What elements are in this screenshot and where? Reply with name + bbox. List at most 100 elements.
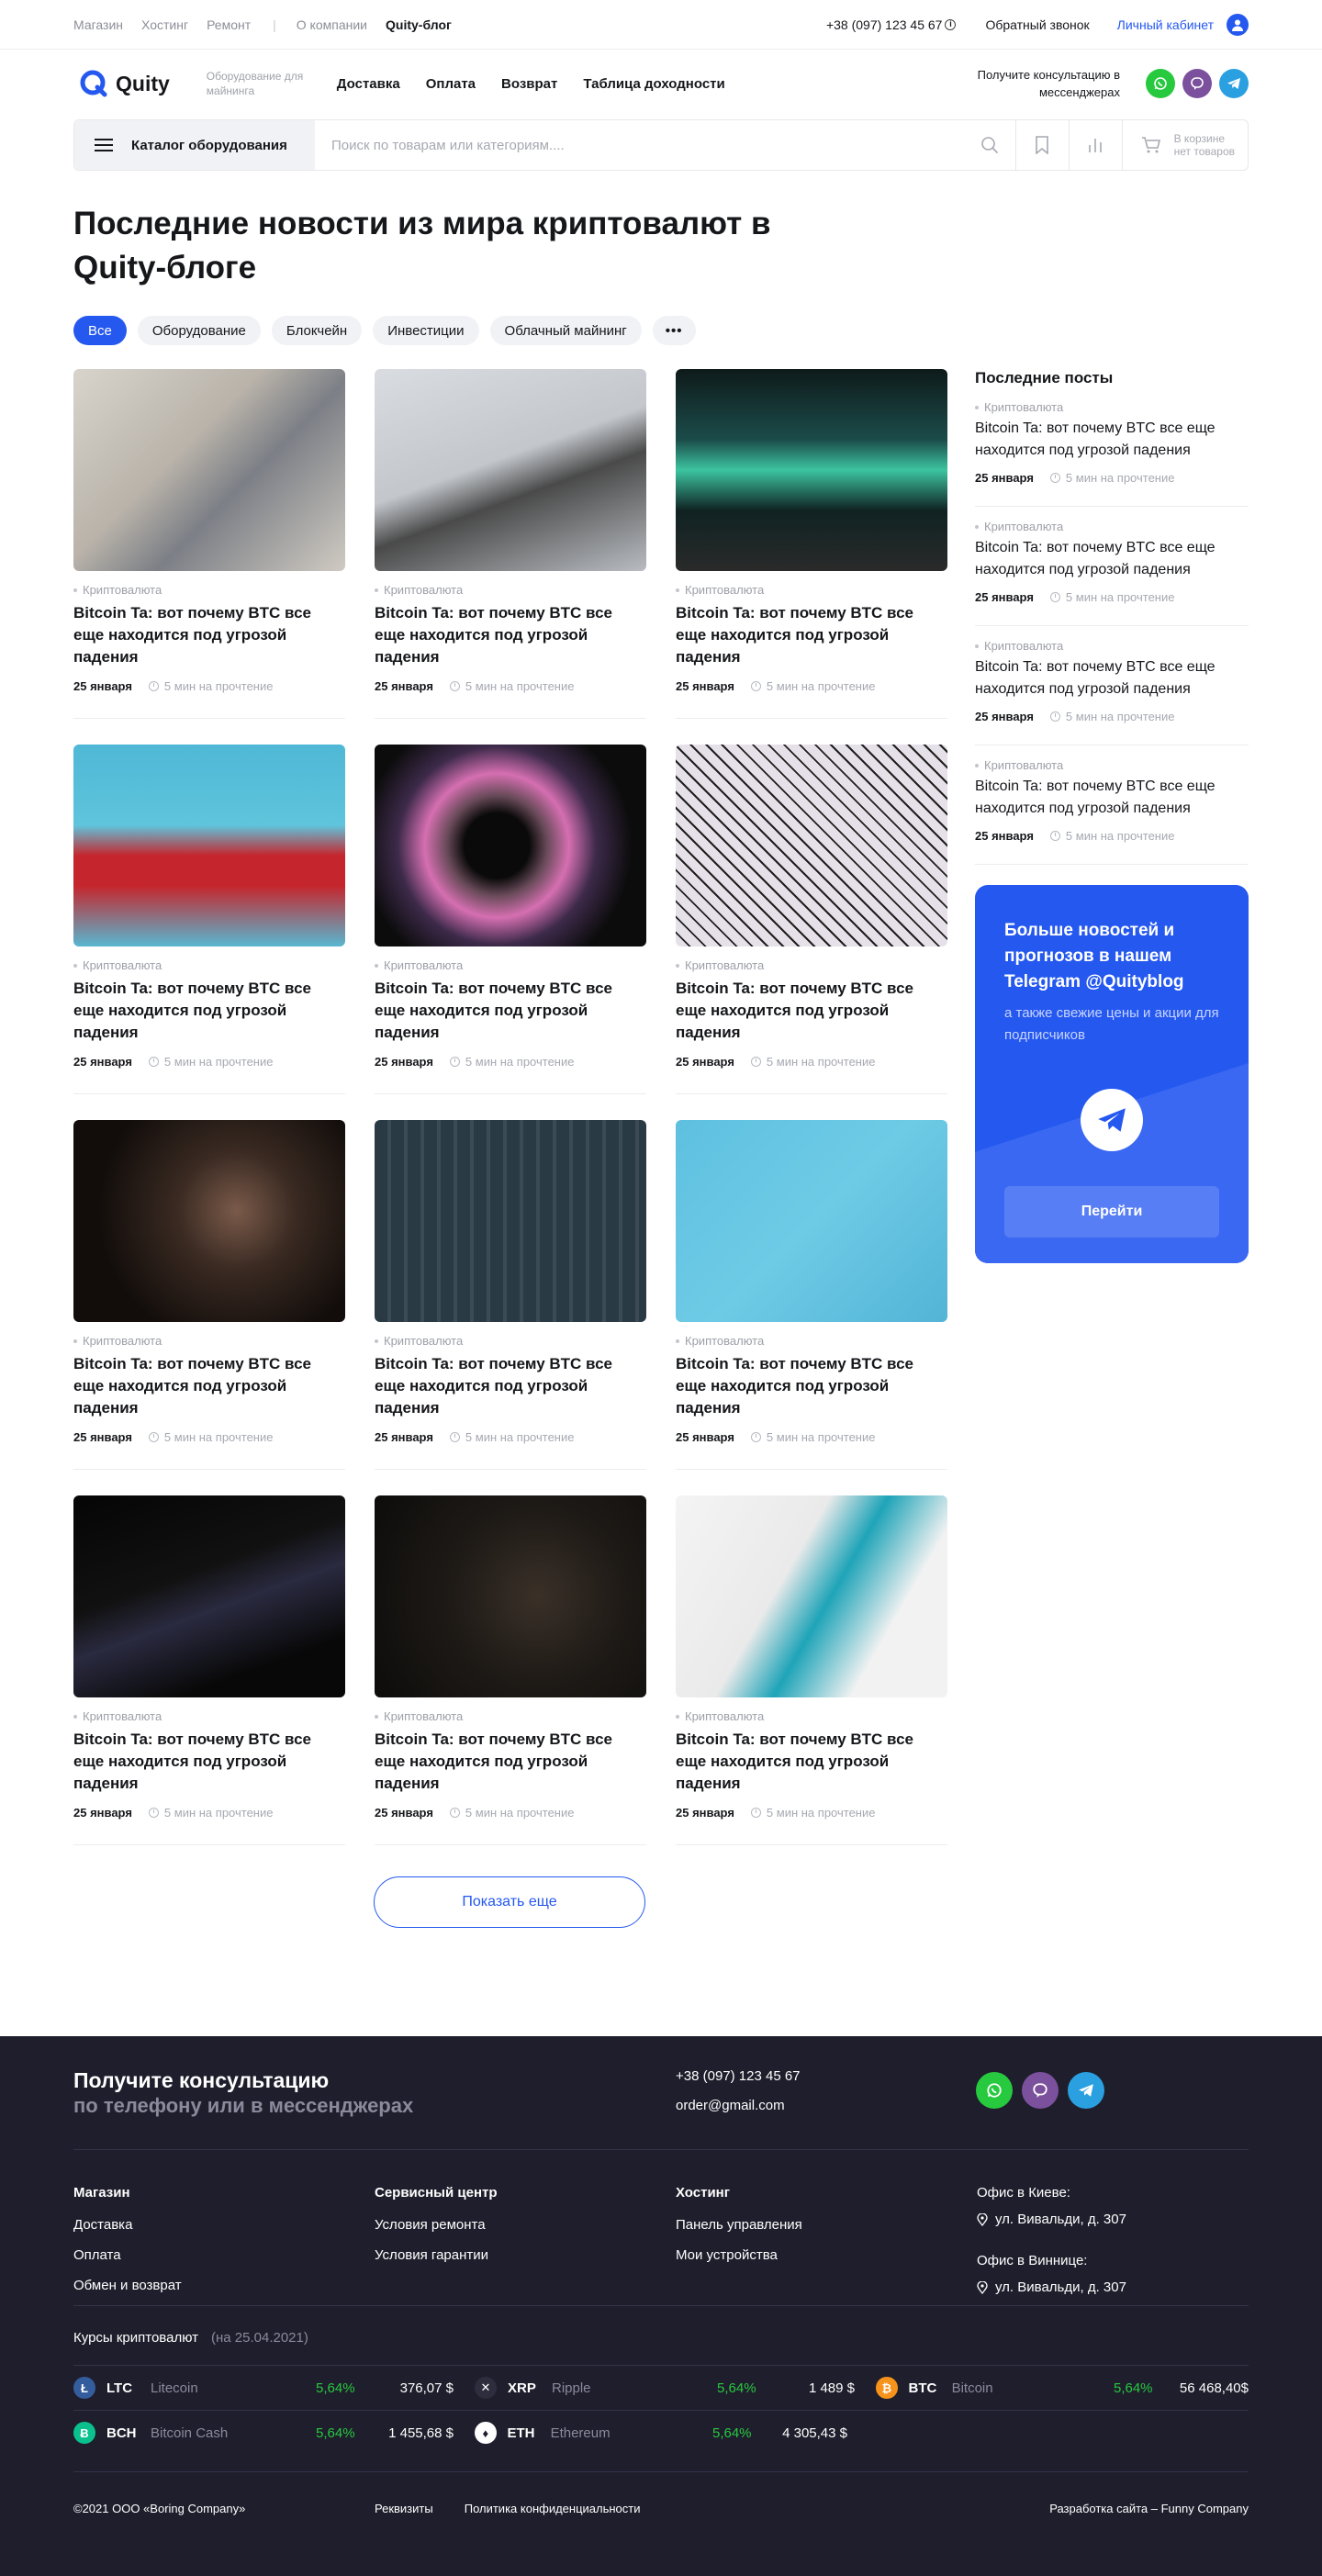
post-title[interactable]: Bitcoin Ta: вот почему BTC все еще наход… — [975, 776, 1249, 820]
electronics-repair-photo[interactable] — [375, 1495, 646, 1697]
nav-delivery[interactable]: Доставка — [337, 76, 400, 92]
footer-link-exchange[interactable]: Обмен и возврат — [73, 2278, 375, 2293]
privacy-link[interactable]: Политика конфиденциальности — [465, 2502, 641, 2515]
top-link-repair[interactable]: Ремонт — [207, 17, 251, 32]
article-title[interactable]: Bitcoin Ta: вот почему BTC все еще наход… — [375, 1729, 646, 1795]
filter-cloud-mining[interactable]: Облачный майнинг — [489, 316, 642, 345]
article-card[interactable]: Криптовалюта Bitcoin Ta: вот почему BTC … — [676, 1495, 947, 1845]
robotic-arm-photo[interactable] — [375, 369, 646, 571]
viber-icon[interactable] — [1182, 69, 1212, 98]
filter-equipment[interactable]: Оборудование — [137, 316, 261, 345]
search-icon[interactable] — [980, 136, 999, 154]
code-screen-photo[interactable] — [676, 369, 947, 571]
article-category[interactable]: Криптовалюта — [676, 1709, 947, 1723]
telegram-icon[interactable] — [1219, 69, 1249, 98]
top-link-about[interactable]: О компании — [297, 17, 367, 32]
article-category[interactable]: Криптовалюта — [375, 583, 646, 597]
whatsapp-icon[interactable] — [1146, 69, 1175, 98]
article-category[interactable]: Криптовалюта — [375, 1334, 646, 1348]
search-input[interactable]: Поиск по товарам или категориям.... — [315, 120, 1016, 170]
office-desk-photo[interactable] — [73, 369, 345, 571]
article-card[interactable]: Криптовалюта Bitcoin Ta: вот почему BTC … — [73, 1120, 345, 1470]
footer-link-payment[interactable]: Оплата — [73, 2247, 375, 2263]
article-card[interactable]: Криптовалюта Bitcoin Ta: вот почему BTC … — [676, 1120, 947, 1470]
compare-button[interactable] — [1070, 120, 1123, 170]
phone-hands-photo[interactable] — [73, 1120, 345, 1322]
footer-email[interactable]: order@gmail.com — [676, 2091, 976, 2121]
article-title[interactable]: Bitcoin Ta: вот почему BTC все еще наход… — [73, 1353, 345, 1419]
article-card[interactable]: Криптовалюта Bitcoin Ta: вот почему BTC … — [676, 369, 947, 719]
filter-investments[interactable]: Инвестиции — [373, 316, 479, 345]
filter-blockchain[interactable]: Блокчейн — [271, 316, 363, 345]
logo[interactable]: Quity — [79, 69, 170, 98]
sidebar-post[interactable]: Криптовалюта Bitcoin Ta: вот почему BTC … — [975, 520, 1249, 626]
article-title[interactable]: Bitcoin Ta: вот почему BTC все еще наход… — [676, 602, 947, 668]
nav-return[interactable]: Возврат — [501, 76, 557, 92]
smartphone-apps-photo[interactable] — [73, 1495, 345, 1697]
article-title[interactable]: Bitcoin Ta: вот почему BTC все еще наход… — [375, 1353, 646, 1419]
top-link-hosting[interactable]: Хостинг — [141, 17, 188, 32]
sidebar-post[interactable]: Криптовалюта Bitcoin Ta: вот почему BTC … — [975, 400, 1249, 507]
article-category[interactable]: Криптовалюта — [73, 1709, 345, 1723]
article-title[interactable]: Bitcoin Ta: вот почему BTC все еще наход… — [375, 978, 646, 1044]
article-card[interactable]: Криптовалюта Bitcoin Ta: вот почему BTC … — [73, 369, 345, 719]
article-card[interactable]: Криптовалюта Bitcoin Ta: вот почему BTC … — [375, 745, 646, 1094]
iphone-photo[interactable] — [676, 1495, 947, 1697]
article-category[interactable]: Криптовалюта — [375, 1709, 646, 1723]
promo-go-button[interactable]: Перейти — [1004, 1186, 1219, 1238]
post-title[interactable]: Bitcoin Ta: вот почему BTC все еще наход… — [975, 537, 1249, 581]
article-card[interactable]: Криптовалюта Bitcoin Ta: вот почему BTC … — [73, 1495, 345, 1845]
footer-link-panel[interactable]: Панель управления — [676, 2217, 977, 2233]
camera-lens-photo[interactable] — [375, 745, 646, 946]
requisites-link[interactable]: Реквизиты — [375, 2502, 433, 2515]
post-category[interactable]: Криптовалюта — [975, 400, 1249, 414]
article-category[interactable]: Криптовалюта — [73, 583, 345, 597]
article-title[interactable]: Bitcoin Ta: вот почему BTC все еще наход… — [375, 602, 646, 668]
post-title[interactable]: Bitcoin Ta: вот почему BTC все еще наход… — [975, 656, 1249, 700]
developer-link[interactable]: Разработка сайта – Funny Company — [1049, 2502, 1249, 2515]
nav-profit-table[interactable]: Таблица доходности — [583, 76, 724, 92]
favorites-button[interactable] — [1016, 120, 1070, 170]
filter-all[interactable]: Все — [73, 316, 127, 345]
article-title[interactable]: Bitcoin Ta: вот почему BTC все еще наход… — [73, 1729, 345, 1795]
post-category[interactable]: Криптовалюта — [975, 639, 1249, 653]
footer-link-devices[interactable]: Мои устройства — [676, 2247, 977, 2263]
article-category[interactable]: Криптовалюта — [676, 583, 947, 597]
happy-man-photo[interactable] — [73, 745, 345, 946]
article-title[interactable]: Bitcoin Ta: вот почему BTC все еще наход… — [73, 602, 345, 668]
footer-link-repair-terms[interactable]: Условия ремонта — [375, 2217, 676, 2233]
article-card[interactable]: Криптовалюта Bitcoin Ta: вот почему BTC … — [375, 369, 646, 719]
article-title[interactable]: Bitcoin Ta: вот почему BTC все еще наход… — [676, 1353, 947, 1419]
article-category[interactable]: Криптовалюта — [73, 958, 345, 972]
post-title[interactable]: Bitcoin Ta: вот почему BTC все еще наход… — [975, 418, 1249, 462]
info-icon[interactable]: i — [945, 19, 957, 30]
article-title[interactable]: Bitcoin Ta: вот почему BTC все еще наход… — [73, 978, 345, 1044]
article-category[interactable]: Криптовалюта — [676, 958, 947, 972]
cabinet-link[interactable]: Личный кабинет — [1117, 17, 1214, 32]
post-category[interactable]: Криптовалюта — [975, 520, 1249, 533]
footer-phone[interactable]: +38 (097) 123 45 67 — [676, 2062, 976, 2091]
steel-tower-photo[interactable] — [676, 745, 947, 946]
article-title[interactable]: Bitcoin Ta: вот почему BTC все еще наход… — [676, 978, 947, 1044]
more-filters-button[interactable]: ••• — [652, 316, 696, 345]
article-category[interactable]: Криптовалюта — [73, 1334, 345, 1348]
article-title[interactable]: Bitcoin Ta: вот почему BTC все еще наход… — [676, 1729, 947, 1795]
nav-payment[interactable]: Оплата — [426, 76, 476, 92]
sidebar-post[interactable]: Криптовалюта Bitcoin Ta: вот почему BTC … — [975, 758, 1249, 865]
arduino-board-photo[interactable] — [676, 1120, 947, 1322]
sidebar-post[interactable]: Криптовалюта Bitcoin Ta: вот почему BTC … — [975, 639, 1249, 745]
circuit-board-photo[interactable] — [375, 1120, 646, 1322]
viber-icon[interactable] — [1022, 2072, 1059, 2109]
phone-number[interactable]: +38 (097) 123 45 67 i — [826, 17, 957, 32]
article-card[interactable]: Криптовалюта Bitcoin Ta: вот почему BTC … — [676, 745, 947, 1094]
article-card[interactable]: Криптовалюта Bitcoin Ta: вот почему BTC … — [375, 1495, 646, 1845]
top-link-blog[interactable]: Quity-блог — [386, 17, 452, 32]
article-card[interactable]: Криптовалюта Bitcoin Ta: вот почему BTC … — [375, 1120, 646, 1470]
footer-link-delivery[interactable]: Доставка — [73, 2217, 375, 2233]
cart-button[interactable]: В корзине нет товаров — [1123, 120, 1248, 170]
post-category[interactable]: Криптовалюта — [975, 758, 1249, 772]
article-card[interactable]: Криптовалюта Bitcoin Ta: вот почему BTC … — [73, 745, 345, 1094]
whatsapp-icon[interactable] — [976, 2072, 1013, 2109]
article-category[interactable]: Криптовалюта — [375, 958, 646, 972]
catalog-button[interactable]: Каталог оборудования — [74, 120, 315, 170]
